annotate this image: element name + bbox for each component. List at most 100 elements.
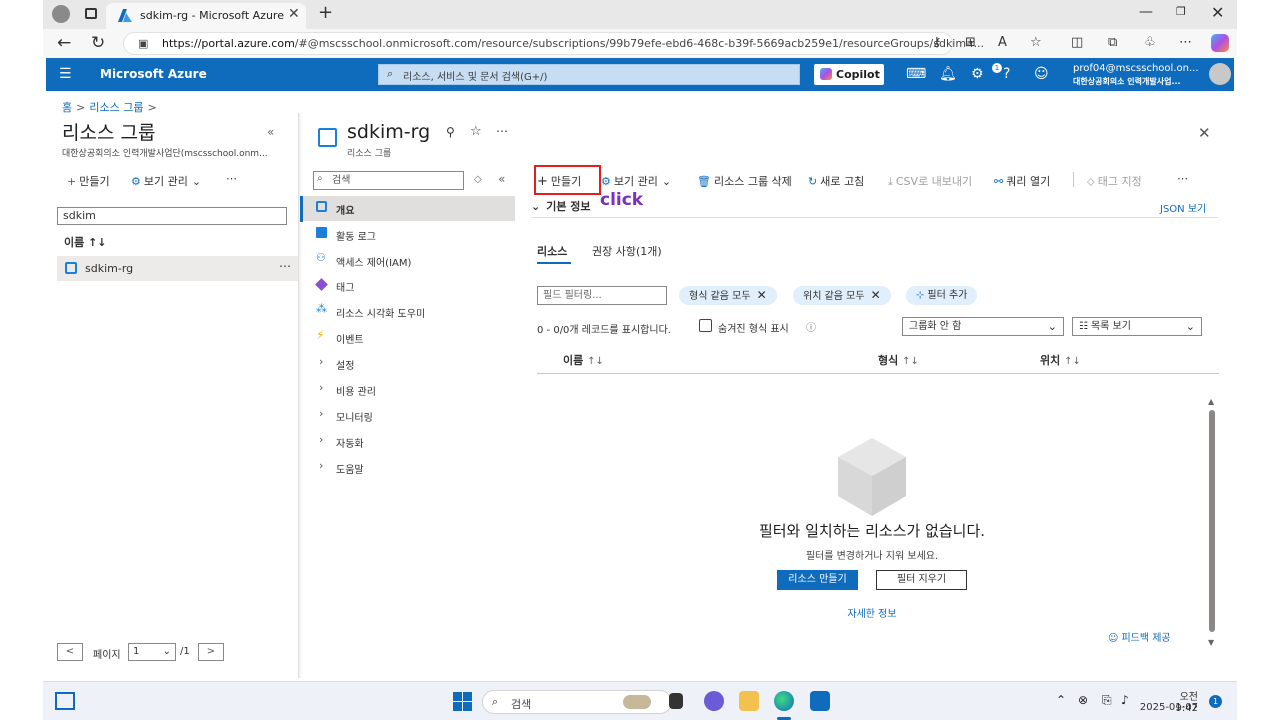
- view-dropdown[interactable]: ☷ 목록 보기 ⌄: [1072, 317, 1202, 336]
- profile-icon[interactable]: [52, 5, 70, 23]
- pin-icon[interactable]: ⚲: [446, 125, 455, 139]
- feedback-icon[interactable]: ☺: [1034, 66, 1049, 82]
- close-tab-icon[interactable]: ✕: [288, 6, 300, 22]
- split-screen-icon[interactable]: ◫: [1071, 35, 1083, 50]
- new-tab-icon[interactable]: +: [318, 2, 333, 23]
- widgets-icon[interactable]: [55, 692, 75, 710]
- copilot-button[interactable]: Copilot: [814, 64, 884, 85]
- row-more-icon[interactable]: ⋯: [279, 259, 291, 273]
- menu-sort-icon[interactable]: ◇: [474, 174, 482, 185]
- column-type[interactable]: 형식 ↑↓: [878, 352, 919, 368]
- menu-item-events[interactable]: ⚡ 이벤트: [300, 325, 515, 350]
- group-by-dropdown[interactable]: 그룹화 안 함 ⌄: [902, 317, 1064, 336]
- assign-tags-button[interactable]: ⬦ 태그 지정: [1087, 173, 1142, 189]
- browser-tab[interactable]: sdkim-rg - Microsoft Azure ✕: [106, 3, 306, 29]
- add-filter-button[interactable]: ⊹ 필터 추가: [906, 286, 978, 305]
- open-query-button[interactable]: ⚯ 쿼리 열기: [994, 173, 1050, 189]
- site-info-icon[interactable]: ▣: [138, 37, 148, 50]
- chevron-up-icon[interactable]: ⌃: [1056, 693, 1066, 707]
- breadcrumb-resource-groups[interactable]: 리소스 그룹: [89, 101, 143, 114]
- collapse-panel-icon[interactable]: «: [267, 125, 274, 139]
- tab-resources[interactable]: 리소스: [537, 243, 567, 259]
- clock-date[interactable]: 2025-01-07: [1134, 702, 1198, 713]
- left-column-name[interactable]: 이름 ↑↓: [64, 234, 107, 250]
- refresh-button[interactable]: ↻ 새로 고침: [808, 173, 864, 189]
- hamburger-menu-icon[interactable]: ☰: [59, 66, 72, 82]
- scroll-up-icon[interactable]: ▲: [1208, 397, 1214, 406]
- scroll-down-icon[interactable]: ▼: [1208, 638, 1214, 647]
- menu-item-tags[interactable]: 태그: [300, 273, 515, 298]
- export-csv-button[interactable]: ⤓ CSV로 내보내기: [888, 173, 972, 189]
- url-input[interactable]: ▣ https://portal.azure.com/#@mscsschool.…: [123, 32, 984, 55]
- manage-view-button[interactable]: ⚙ 보기 관리 ⌄: [601, 173, 671, 189]
- left-create-button[interactable]: + 만들기: [67, 173, 110, 189]
- location-filter-pill[interactable]: 위치 같음 모두 ✕: [793, 286, 891, 305]
- back-icon[interactable]: ←: [57, 33, 71, 53]
- delete-resource-group-button[interactable]: 🗑︎ 리소스 그룹 삭제: [697, 173, 792, 189]
- left-manage-view-button[interactable]: ⚙ 보기 관리 ⌄: [131, 173, 201, 189]
- left-more-button[interactable]: ⋯: [226, 172, 237, 185]
- file-explorer-icon[interactable]: [739, 691, 759, 711]
- read-aloud-icon[interactable]: A: [998, 35, 1007, 50]
- menu-item-overview[interactable]: 개요: [300, 196, 515, 221]
- menu-item-activity-log[interactable]: 활동 로그: [300, 222, 515, 247]
- essentials-toggle[interactable]: ⌄ 기본 정보: [531, 198, 591, 214]
- refresh-icon[interactable]: ↻: [91, 33, 105, 53]
- key-icon[interactable]: ⚷: [932, 35, 942, 50]
- collapse-menu-icon[interactable]: «: [498, 172, 505, 186]
- menu-item-iam[interactable]: ⚇ 액세스 제어(IAM): [300, 248, 515, 273]
- edge-browser-icon[interactable]: [774, 691, 794, 711]
- user-email[interactable]: prof04@mscsschool.on...: [1073, 63, 1199, 74]
- prev-page-button[interactable]: <: [57, 643, 83, 661]
- settings-gear-icon[interactable]: ⚙: [971, 66, 984, 82]
- extensions-icon[interactable]: ♧: [1144, 35, 1156, 50]
- more-icon[interactable]: ⋯: [496, 124, 508, 138]
- tab-actions-icon[interactable]: [85, 8, 97, 19]
- menu-item-settings[interactable]: › 설정: [300, 351, 515, 376]
- task-view-icon[interactable]: [669, 693, 683, 709]
- global-search-input[interactable]: ⌕ 리소스, 서비스 및 문서 검색(G+/): [378, 64, 800, 85]
- close-icon[interactable]: ✕: [1198, 124, 1211, 142]
- field-filter-input[interactable]: 필드 필터링...: [537, 286, 667, 305]
- clear-filters-button[interactable]: 필터 지우기: [876, 570, 967, 590]
- collections-icon[interactable]: ⧉: [1108, 35, 1117, 50]
- left-filter-input[interactable]: sdkim: [57, 207, 287, 225]
- more-icon[interactable]: ⋯: [1179, 35, 1192, 50]
- cloud-shell-icon[interactable]: ⌨: [906, 66, 926, 82]
- scrollbar-thumb[interactable]: [1209, 410, 1215, 632]
- volume-icon[interactable]: ♪: [1121, 693, 1129, 707]
- azure-brand[interactable]: Microsoft Azure: [100, 67, 207, 81]
- breadcrumb-home[interactable]: 홈: [62, 101, 72, 114]
- restore-icon[interactable]: ❐: [1176, 5, 1186, 18]
- minimize-icon[interactable]: —: [1139, 4, 1153, 20]
- windows-start-icon[interactable]: [453, 692, 472, 711]
- copilot-sidebar-icon[interactable]: [1211, 34, 1229, 52]
- column-location[interactable]: 위치 ↑↓: [1040, 352, 1081, 368]
- security-icon[interactable]: ⊗: [1078, 693, 1088, 707]
- help-icon[interactable]: ?: [1003, 66, 1010, 82]
- favorite-star-icon[interactable]: ☆: [470, 124, 482, 139]
- favorite-star-icon[interactable]: ☆: [1030, 35, 1042, 50]
- type-filter-pill[interactable]: 형식 같음 모두 ✕: [679, 286, 777, 305]
- menu-item-automation[interactable]: › 자동화: [300, 429, 515, 454]
- store-icon[interactable]: [810, 691, 830, 711]
- menu-item-cost-management[interactable]: › 비용 관리: [300, 377, 515, 402]
- toolbar-more-button[interactable]: ⋯: [1177, 172, 1188, 185]
- close-icon[interactable]: ✕: [871, 288, 881, 302]
- menu-item-help[interactable]: › 도움말: [300, 455, 515, 480]
- close-window-icon[interactable]: ✕: [1211, 3, 1224, 22]
- apps-icon[interactable]: ⊞: [965, 35, 976, 50]
- close-icon[interactable]: ✕: [757, 288, 767, 302]
- menu-item-monitoring[interactable]: › 모니터링: [300, 403, 515, 428]
- menu-item-resource-visualizer[interactable]: ⁂ 리소스 시각화 도우미: [300, 299, 515, 324]
- list-item-name[interactable]: sdkim-rg: [85, 262, 133, 275]
- create-resource-button[interactable]: 리소스 만들기: [777, 570, 858, 590]
- feedback-link[interactable]: ☺ 피드백 제공: [1108, 629, 1171, 644]
- show-hidden-checkbox[interactable]: [699, 319, 712, 332]
- avatar[interactable]: [1209, 63, 1231, 85]
- menu-search-input[interactable]: 검색: [313, 171, 464, 190]
- column-name[interactable]: 이름 ↑↓: [563, 352, 604, 368]
- notification-badge[interactable]: 1: [1209, 695, 1222, 708]
- page-select[interactable]: 1 ⌄: [128, 643, 176, 661]
- next-page-button[interactable]: >: [198, 643, 224, 661]
